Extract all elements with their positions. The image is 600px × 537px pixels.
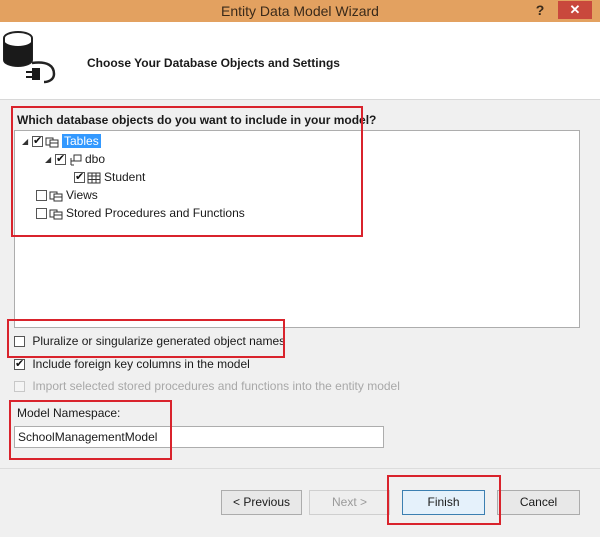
import-procedures-label: Import selected stored procedures and fu… [32,379,400,393]
foreign-keys-label[interactable]: Include foreign key columns in the model [32,357,249,371]
next-button: Next > [309,490,390,515]
foreign-keys-checkbox[interactable] [14,356,25,372]
page-heading: Choose Your Database Objects and Setting… [87,56,340,70]
finish-highlight-box [387,475,501,525]
footer-divider [0,468,600,469]
import-procedures-checkbox [14,381,25,393]
database-connection-icon [2,30,66,86]
previous-button[interactable]: < Previous [221,490,302,515]
window-title: Entity Data Model Wizard [221,3,379,19]
cancel-button[interactable]: Cancel [497,490,580,515]
namespace-highlight-box [9,400,172,460]
close-button[interactable]: ✕ [558,1,592,19]
help-button[interactable]: ? [533,0,547,22]
foreign-keys-option[interactable]: Include foreign key columns in the model [14,356,250,372]
pluralize-highlight-box [7,319,285,358]
objects-highlight-box [11,106,363,237]
import-procedures-option: Import selected stored procedures and fu… [14,378,400,394]
